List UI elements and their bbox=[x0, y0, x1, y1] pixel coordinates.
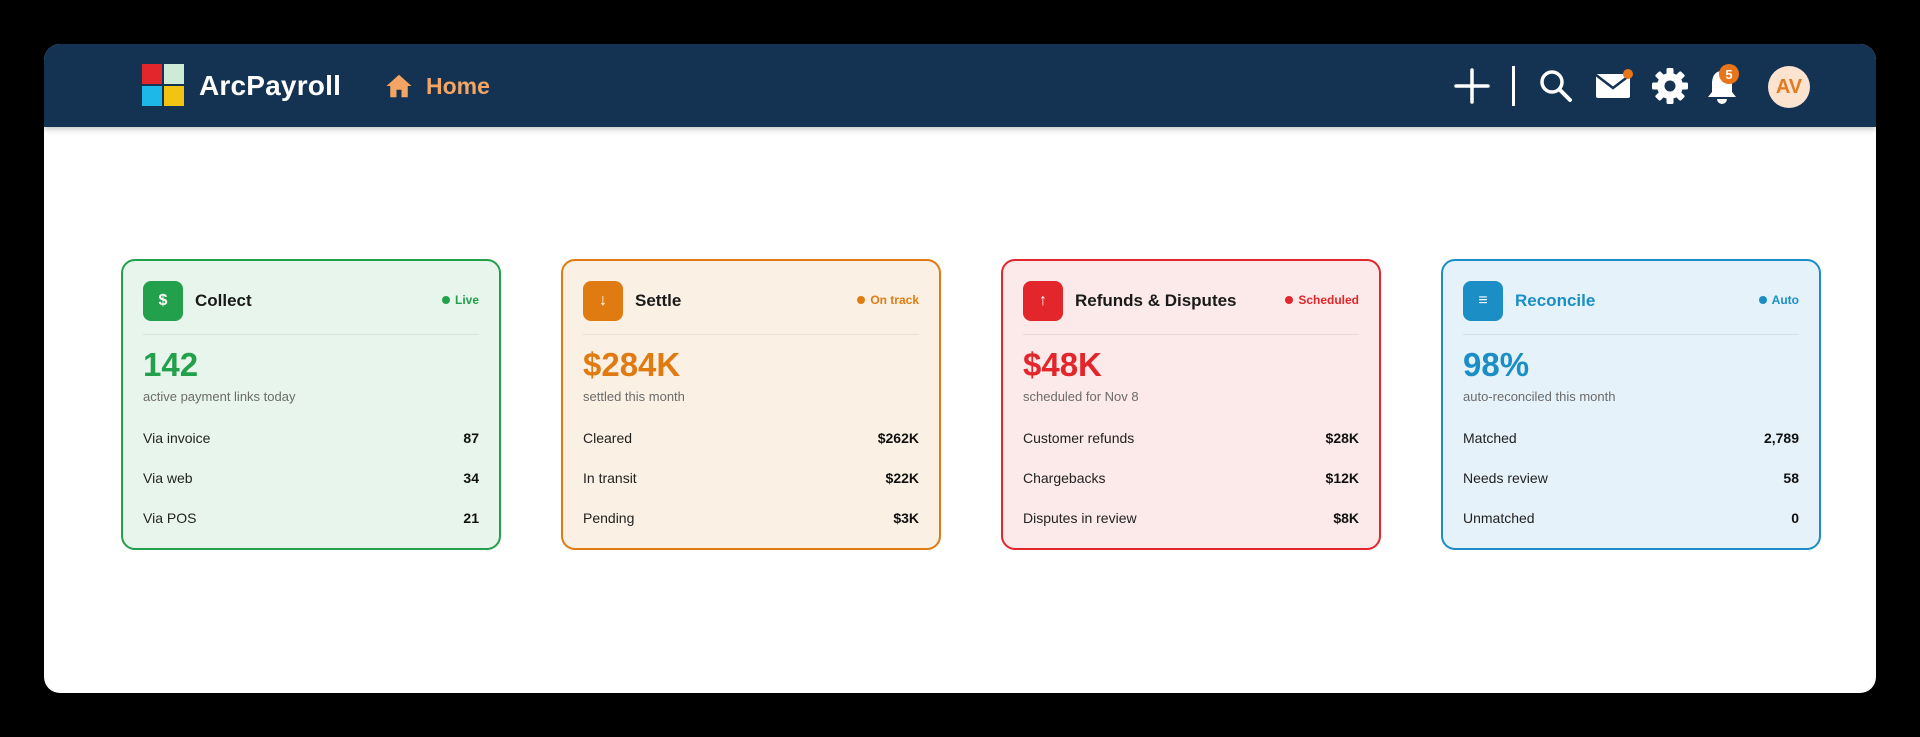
row-label: Via invoice bbox=[143, 430, 211, 446]
row-value: 87 bbox=[463, 430, 479, 446]
brand-name[interactable]: ArcPayroll bbox=[199, 68, 341, 104]
card-settle[interactable]: ↓ Settle On track $284K settled this mon… bbox=[561, 259, 941, 550]
breakdown-row: Disputes in review $8K bbox=[1023, 508, 1359, 528]
plus-icon bbox=[1454, 68, 1490, 104]
row-label: Needs review bbox=[1463, 470, 1548, 486]
settings-button[interactable] bbox=[1650, 66, 1690, 106]
card-divider bbox=[1463, 334, 1799, 335]
user-avatar[interactable]: AV bbox=[1768, 66, 1810, 108]
row-value: $22K bbox=[885, 470, 919, 486]
card-title: Collect bbox=[195, 291, 252, 310]
status-badge: Auto bbox=[1758, 293, 1799, 307]
card-divider bbox=[1023, 334, 1359, 335]
arrow-up-icon: ↑ bbox=[1023, 281, 1063, 321]
status-label: On track bbox=[870, 293, 919, 307]
app-window: ArcPayroll Home 5 AV $ Collect Live 142 … bbox=[44, 44, 1876, 693]
row-label: Chargebacks bbox=[1023, 470, 1106, 486]
card-subtitle: settled this month bbox=[583, 389, 685, 404]
breakdown-row: Customer refunds $28K bbox=[1023, 428, 1359, 448]
breakdown-row: Matched 2,789 bbox=[1463, 428, 1799, 448]
card-refunds-disputes[interactable]: ↑ Refunds & Disputes Scheduled $48K sche… bbox=[1001, 259, 1381, 550]
status-label: Auto bbox=[1771, 293, 1799, 307]
breakdown-row: Cleared $262K bbox=[583, 428, 919, 448]
card-metric: 142 bbox=[143, 346, 199, 383]
row-value: $8K bbox=[1333, 510, 1359, 526]
row-value: 34 bbox=[463, 470, 479, 486]
breakdown-row: Needs review 58 bbox=[1463, 468, 1799, 488]
status-badge: On track bbox=[857, 293, 919, 307]
row-value: 2,789 bbox=[1763, 430, 1799, 446]
toolbar-divider bbox=[1512, 66, 1515, 106]
row-label: Matched bbox=[1463, 430, 1517, 446]
status-badge: Live bbox=[441, 293, 479, 307]
status-dot-icon bbox=[857, 296, 866, 304]
row-label: Pending bbox=[583, 510, 635, 526]
mail-icon bbox=[1595, 69, 1633, 98]
row-value: $262K bbox=[877, 430, 919, 446]
card-reconcile[interactable]: ≡ Reconcile Auto 98% auto-reconciled thi… bbox=[1441, 259, 1821, 550]
home-icon bbox=[386, 74, 412, 98]
arrow-down-icon: ↓ bbox=[583, 281, 623, 321]
gear-icon bbox=[1652, 68, 1688, 104]
breakdown-row: In transit $22K bbox=[583, 468, 919, 488]
status-dot-icon bbox=[441, 296, 450, 304]
breakdown-row: Via POS 21 bbox=[143, 508, 479, 528]
status-dot-icon bbox=[1758, 296, 1767, 304]
brand-logo-icon[interactable] bbox=[142, 64, 186, 108]
card-title: Refunds & Disputes bbox=[1075, 291, 1237, 310]
nav-home-label: Home bbox=[426, 72, 490, 99]
search-icon bbox=[1540, 70, 1572, 102]
row-label: Cleared bbox=[583, 430, 633, 446]
card-divider bbox=[583, 334, 919, 335]
status-label: Scheduled bbox=[1298, 293, 1359, 307]
row-label: Via web bbox=[143, 470, 193, 486]
messages-button[interactable] bbox=[1594, 66, 1634, 106]
card-metric: $284K bbox=[583, 346, 681, 383]
card-divider bbox=[143, 334, 479, 335]
search-button[interactable] bbox=[1536, 66, 1576, 106]
card-collect[interactable]: $ Collect Live 142 active payment links … bbox=[121, 259, 501, 550]
dollar-icon: $ bbox=[143, 281, 183, 321]
row-label: Customer refunds bbox=[1023, 430, 1135, 446]
breakdown-row: Chargebacks $12K bbox=[1023, 468, 1359, 488]
status-label: Live bbox=[454, 293, 479, 307]
row-label: Disputes in review bbox=[1023, 510, 1137, 526]
row-label: In transit bbox=[583, 470, 637, 486]
row-value: $28K bbox=[1325, 430, 1359, 446]
row-label: Via POS bbox=[143, 510, 197, 526]
card-title: Settle bbox=[635, 291, 682, 310]
card-metric: 98% bbox=[1463, 346, 1530, 383]
row-value: 0 bbox=[1791, 510, 1799, 526]
row-value: $3K bbox=[893, 510, 919, 526]
breakdown-row: Via invoice 87 bbox=[143, 428, 479, 448]
card-title: Reconcile bbox=[1515, 291, 1596, 310]
row-label: Unmatched bbox=[1463, 510, 1535, 526]
status-dot-icon bbox=[1285, 296, 1294, 304]
card-subtitle: auto-reconciled this month bbox=[1463, 389, 1616, 404]
nav-home-link[interactable]: Home bbox=[384, 68, 490, 104]
row-value: $12K bbox=[1325, 470, 1359, 486]
breakdown-row: Pending $3K bbox=[583, 508, 919, 528]
breakdown-row: Unmatched 0 bbox=[1463, 508, 1799, 528]
card-metric: $48K bbox=[1023, 346, 1102, 383]
row-value: 21 bbox=[463, 510, 479, 526]
card-subtitle: active payment links today bbox=[143, 389, 296, 404]
card-subtitle: scheduled for Nov 8 bbox=[1023, 389, 1139, 404]
status-badge: Scheduled bbox=[1285, 293, 1359, 307]
add-button[interactable] bbox=[1452, 66, 1492, 106]
notification-count-badge: 5 bbox=[1719, 64, 1739, 84]
breakdown-row: Via web 34 bbox=[143, 468, 479, 488]
list-icon: ≡ bbox=[1463, 281, 1503, 321]
row-value: 58 bbox=[1783, 470, 1799, 486]
top-navigation-bar: ArcPayroll Home 5 AV bbox=[44, 44, 1876, 127]
